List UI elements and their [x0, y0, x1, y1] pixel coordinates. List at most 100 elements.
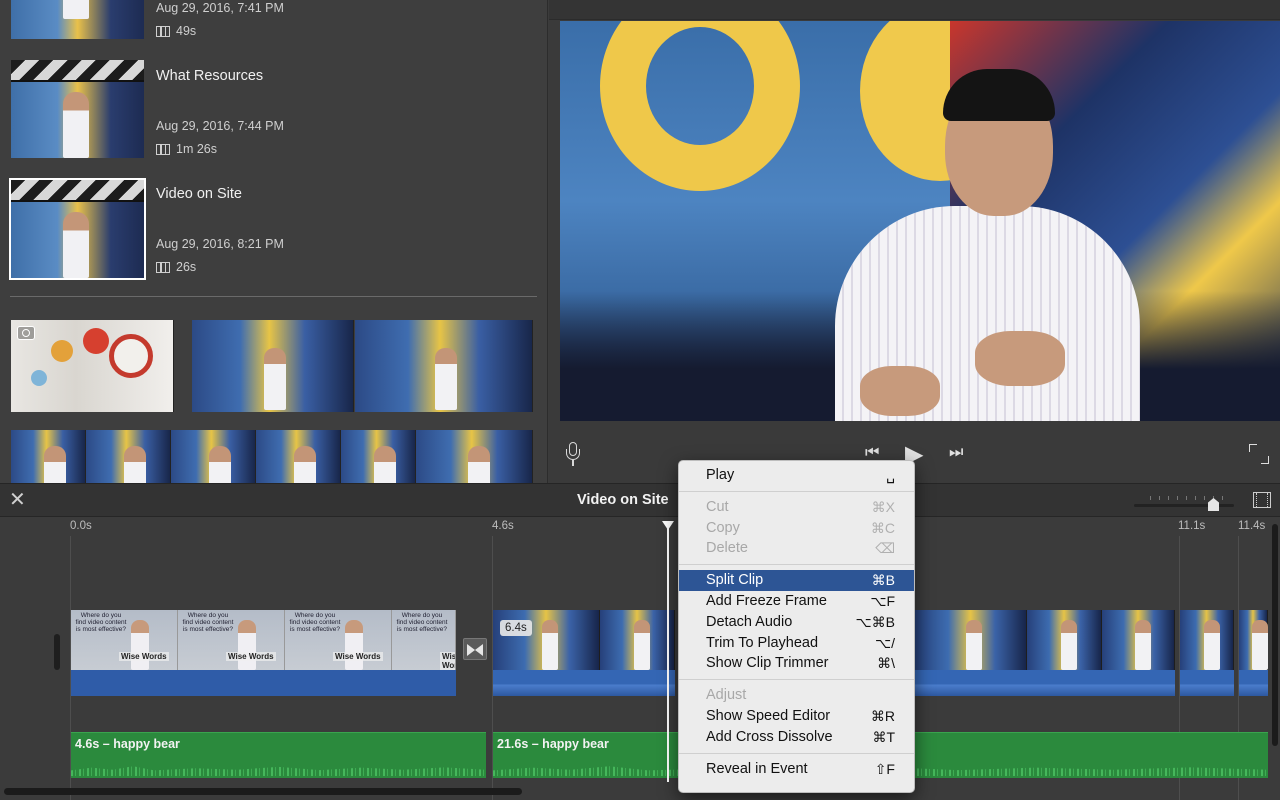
menu-item-show-clip-trimmer[interactable]: Show Clip Trimmer ⌘\ — [679, 653, 914, 674]
ruler-label: 4.6s — [492, 520, 514, 532]
menu-item-label: Reveal in Event — [706, 760, 808, 777]
film-icon — [156, 143, 170, 155]
library-divider — [10, 296, 537, 297]
video-clip[interactable] — [1239, 610, 1268, 696]
menu-separator — [679, 752, 914, 754]
menu-item-cut: Cut ⌘X — [679, 497, 914, 518]
project-duration-text: 26s — [176, 260, 197, 274]
menu-item-shortcut: ⌘X — [871, 498, 895, 515]
menu-item-label: Adjust — [706, 687, 747, 704]
microphone-icon[interactable] — [566, 442, 580, 466]
clip-audio — [1180, 670, 1234, 696]
title-clip-question: Where do you find video content is most … — [289, 612, 341, 633]
project-library: Aug 29, 2016, 7:41 PM 49s What Resources… — [0, 0, 548, 483]
music-clip-label: 4.6s – happy bear — [75, 737, 180, 751]
clip-duration-badge: 6.4s — [500, 620, 532, 636]
menu-item-reveal-in-event[interactable]: Reveal in Event ⇧F — [679, 759, 914, 780]
menu-item-label: Show Clip Trimmer — [706, 655, 829, 672]
title-clip-brand: Wise Words — [440, 652, 455, 670]
project-duration-text: 49s — [176, 24, 197, 38]
menu-separator — [679, 490, 914, 492]
menu-item-add-cross-dissolve[interactable]: Add Cross Dissolve ⌘T — [679, 727, 914, 748]
menu-item-shortcut: ⌘C — [870, 519, 895, 536]
project-thumbnail[interactable] — [11, 60, 144, 158]
title-clip-brand: Wise Words — [119, 652, 169, 661]
fullscreen-icon[interactable] — [1249, 444, 1269, 464]
horizontal-scrollbar[interactable] — [4, 788, 522, 795]
menu-item-copy: Copy ⌘C — [679, 518, 914, 539]
transition-icon[interactable] — [463, 638, 487, 660]
menu-item-shortcut: ⇧F — [874, 760, 895, 777]
menu-item-label: Show Speed Editor — [706, 707, 831, 724]
project-item-selected[interactable]: Video on Site Aug 29, 2016, 8:21 PM 26s — [0, 178, 547, 296]
menu-item-delete: Delete ⌫ — [679, 538, 914, 559]
video-clip[interactable] — [1180, 610, 1234, 696]
project-duration: 26s — [156, 260, 196, 274]
project-item[interactable]: Aug 29, 2016, 7:41 PM 49s — [0, 0, 547, 39]
timeline-header: ✕ Video on Site — [0, 484, 1280, 517]
event-clip-video[interactable] — [11, 430, 533, 483]
project-date: Aug 29, 2016, 8:21 PM — [156, 237, 284, 251]
project-item[interactable]: What Resources Aug 29, 2016, 7:44 PM 1m … — [0, 60, 547, 178]
music-clip-label: 21.6s – happy bear — [497, 737, 609, 751]
viewer: ⏮ ▶ ⏭ — [549, 0, 1280, 483]
menu-item-shortcut: ⌥/ — [874, 634, 895, 651]
film-icon — [156, 261, 170, 273]
camera-icon — [17, 326, 35, 340]
menu-item-label: Detach Audio — [706, 613, 793, 630]
menu-item-shortcut: ⌘R — [870, 707, 895, 724]
project-thumbnail[interactable] — [11, 0, 144, 39]
menu-item-label: Add Freeze Frame — [706, 592, 827, 609]
title-clip-brand: Wise Words — [333, 652, 383, 661]
menu-item-split-clip[interactable]: Split Clip ⌘B — [679, 570, 914, 591]
title-clip[interactable]: Where do you find video content is most … — [71, 610, 456, 696]
title-clip-brand: Wise Words — [226, 652, 276, 661]
project-title[interactable]: Video on Site — [156, 186, 242, 202]
menu-item-show-speed-editor[interactable]: Show Speed Editor ⌘R — [679, 706, 914, 727]
event-clip-photo[interactable] — [11, 320, 174, 412]
skip-forward-icon[interactable]: ⏭ — [949, 444, 963, 462]
context-menu: Play ␣ Cut ⌘X Copy ⌘C Delete ⌫ Split Clip ⌘B Add F… — [678, 460, 915, 793]
project-duration: 49s — [156, 24, 196, 38]
menu-item-shortcut: ⌘\ — [877, 655, 895, 672]
clip-audio — [71, 670, 456, 696]
menu-item-label: Trim To Playhead — [706, 634, 819, 651]
clip-audio — [915, 670, 1175, 696]
project-date: Aug 29, 2016, 7:44 PM — [156, 119, 284, 133]
ruler-label: 0.0s — [70, 520, 92, 532]
menu-item-detach-audio[interactable]: Detach Audio ⌥⌘B — [679, 612, 914, 633]
menu-item-play[interactable]: Play ␣ — [679, 465, 914, 486]
clip-audio — [1239, 670, 1268, 696]
project-date: Aug 29, 2016, 7:41 PM — [156, 1, 284, 15]
project-duration-text: 1m 26s — [176, 142, 217, 156]
menu-item-shortcut: ⌥F — [870, 592, 895, 609]
playhead[interactable] — [667, 526, 669, 782]
music-clip[interactable]: 4.6s – happy bear — [71, 732, 486, 778]
project-title[interactable]: What Resources — [156, 68, 263, 84]
project-thumbnail[interactable] — [9, 178, 146, 280]
menu-item-label: Split Clip — [706, 572, 764, 589]
menu-separator — [679, 564, 914, 566]
viewer-toolbar — [549, 0, 1280, 20]
video-clip[interactable] — [915, 610, 1175, 696]
title-clip-question: Where do you find video content is most … — [182, 612, 234, 633]
video-preview[interactable] — [560, 21, 1280, 421]
menu-item-shortcut: ␣ — [886, 467, 895, 483]
menu-separator — [679, 679, 914, 681]
event-clip-video[interactable] — [192, 320, 533, 412]
close-icon[interactable]: ✕ — [9, 490, 26, 510]
vertical-scrollbar[interactable] — [1272, 524, 1278, 746]
menu-item-trim-to-playhead[interactable]: Trim To Playhead ⌥/ — [679, 633, 914, 654]
menu-item-add-freeze-frame[interactable]: Add Freeze Frame ⌥F — [679, 591, 914, 612]
menu-item-shortcut: ⌥⌘B — [855, 613, 895, 630]
menu-item-label: Cut — [706, 498, 729, 515]
clapper-icon — [11, 180, 144, 202]
menu-item-label: Delete — [706, 540, 748, 557]
clip-audio — [493, 670, 675, 696]
zoom-slider-track[interactable] — [1134, 504, 1234, 507]
timeline-grip[interactable] — [54, 634, 60, 670]
clip-appearance-icon[interactable] — [1253, 492, 1271, 508]
video-clip[interactable]: 6.4s — [493, 610, 675, 696]
title-clip-question: Where do you find video content is most … — [75, 612, 127, 633]
timeline: ✕ Video on Site 0.0s 4.6s 11.1s 11.4s Wh… — [0, 483, 1280, 800]
